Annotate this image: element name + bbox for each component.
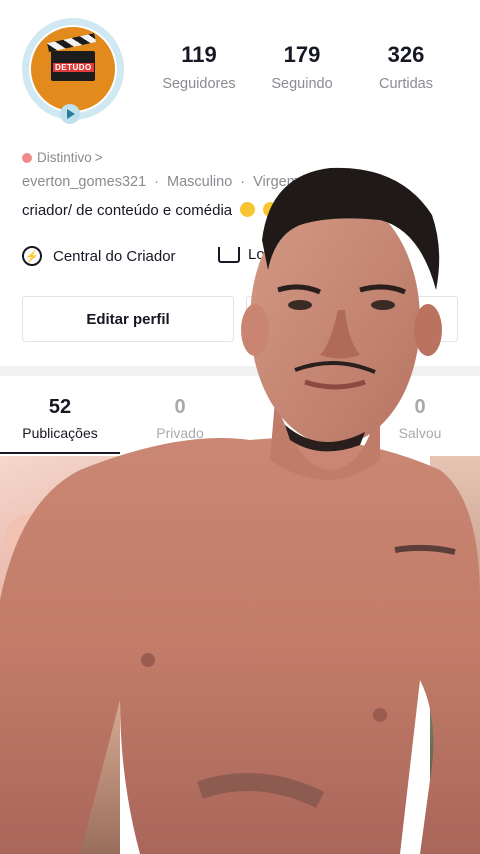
video-thumbnail[interactable] [0,456,120,674]
tab-private-label: Privado [156,425,204,441]
shield-icon [22,152,32,163]
section-divider [0,366,480,376]
smile-emoji-icon [263,202,279,217]
zodiac-sign: Virgem [253,174,299,190]
followers-count: 119 [181,42,217,67]
shop-label: Loj [248,246,269,263]
badge-link[interactable]: Distintivo > [22,150,103,165]
following-stat[interactable]: 179 Seguindo [252,42,352,92]
following-count: 179 [283,42,321,67]
chevron-right-icon: > [94,150,103,165]
followers-stat[interactable]: 119 Seguidores [149,42,249,92]
likes-count: 326 [387,42,425,67]
sticker-icon [30,572,64,606]
lightning-icon: ⚡ [22,246,42,266]
play-icon[interactable] [60,104,80,124]
tab-posts[interactable]: 52 Publicações [0,396,120,441]
tab-private[interactable]: 0 Privado [120,396,240,441]
tab-posts-count: 52 [48,396,72,418]
avatar-logo: DETUDO [29,25,117,113]
gender: Masculino [167,174,233,190]
tab-saved-count: 0 [414,396,426,418]
likes-label: Curtidas [379,76,433,92]
sticker-icon [18,590,32,604]
secondary-profile-button[interactable] [246,296,458,342]
bio-text: criador/ de conteúdo e comédia [22,202,233,219]
edit-profile-label: Editar perfil [86,310,170,328]
video-thumbnail[interactable] [430,676,480,854]
tab-private-count: 0 [174,396,186,418]
creator-center-label: Central do Criador [53,247,176,265]
active-tab-indicator [0,452,120,454]
creator-center-button[interactable]: ⚡ Central do Criador [22,246,176,266]
profile-info-row: everton_gomes321 · Masculino · Virgem [22,174,299,190]
username: everton_gomes321 [22,174,147,190]
tab-saved-label: Salvou [398,425,442,441]
video-thumbnail[interactable] [430,456,480,674]
likes-stat[interactable]: 326 Curtidas [356,42,456,92]
cart-icon [218,246,240,263]
video-thumbnail[interactable] [0,676,120,854]
following-label: Seguindo [271,76,333,92]
bio: criador/ de conteúdo e comédia [22,202,279,219]
edit-profile-button[interactable]: Editar perfil [22,296,234,342]
tab-saved[interactable]: 0 Salvou [360,396,480,441]
shop-button[interactable]: Loj [218,246,268,263]
tab-posts-label: Publicações [22,425,98,441]
followers-label: Seguidores [162,76,236,92]
clapperboard-top-icon [47,33,96,52]
badge-label: Distintivo [37,150,92,165]
avatar-logo-text: DETUDO [53,63,94,72]
kiss-emoji-icon [240,202,256,217]
